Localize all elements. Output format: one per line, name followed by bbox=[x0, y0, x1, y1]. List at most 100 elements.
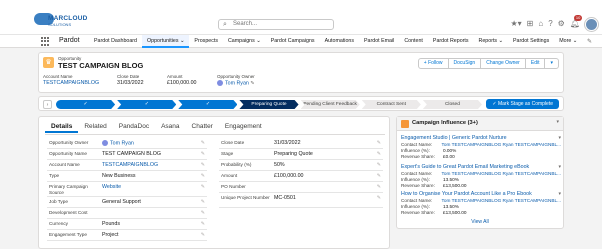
path-step-1[interactable]: ✓ bbox=[56, 100, 115, 109]
view-all-link[interactable]: View All bbox=[397, 219, 563, 225]
owner-link[interactable]: Tom Ryan bbox=[110, 140, 134, 146]
trailhead-icon[interactable]: ⌂ bbox=[538, 20, 543, 28]
edit-pencil-icon[interactable]: ✎ bbox=[201, 140, 205, 146]
tab-asana[interactable]: Asana bbox=[155, 121, 185, 133]
edit-pencil-icon[interactable]: ✎ bbox=[201, 151, 205, 157]
setup-gear-icon[interactable]: ⚙ bbox=[558, 20, 565, 28]
influence-row: Influence (%): 13.50% bbox=[401, 176, 459, 182]
field-label: Unique Project Number bbox=[221, 195, 270, 200]
influence-campaign-link[interactable]: How to Organise Your Pardot Account Like… bbox=[401, 191, 561, 197]
field-value: New Business bbox=[102, 173, 136, 179]
tab-related[interactable]: Related bbox=[78, 121, 112, 133]
edit-pencil-icon[interactable]: ✎ bbox=[377, 140, 381, 146]
field-value: 50% bbox=[274, 162, 285, 168]
campaign-influence-title[interactable]: Campaign Influence (3+) bbox=[412, 120, 478, 126]
edit-pencil-icon[interactable]: ✎ bbox=[201, 221, 205, 227]
user-avatar[interactable] bbox=[585, 17, 598, 31]
edit-pencil-icon[interactable]: ✎ bbox=[201, 184, 205, 190]
header-utility-icons: ★▾ ⊞ ⌂ ? ⚙ 🔔︎ 10 bbox=[510, 15, 598, 31]
header-field-label: Account Name bbox=[43, 74, 73, 79]
path-step-preparing-quote[interactable]: Preparing Quote bbox=[239, 100, 298, 109]
nav-item-content[interactable]: Content bbox=[399, 35, 428, 48]
docusign-button[interactable]: DocuSign bbox=[447, 58, 482, 69]
nav-item-pardot-dashboard[interactable]: Pardot Dashboard bbox=[89, 35, 142, 48]
global-search-input[interactable]: ⌕ Search... bbox=[218, 19, 334, 30]
nav-item-pardot-reports[interactable]: Pardot Reports bbox=[428, 35, 474, 48]
nav-item-pardot-settings[interactable]: Pardot Settings bbox=[508, 35, 554, 48]
influence-campaign-link[interactable]: Engagement Studio | Generic Pardot Nurtu… bbox=[401, 135, 561, 141]
edit-pencil-icon[interactable]: ✎ bbox=[377, 173, 381, 179]
nav-item-pardot-email[interactable]: Pardot Email bbox=[359, 35, 399, 48]
nav-item-campaigns[interactable]: Campaigns ⌄ bbox=[223, 35, 266, 48]
edit-pencil-icon[interactable]: ✎ bbox=[377, 162, 381, 168]
tab-details[interactable]: Details bbox=[45, 121, 79, 133]
item-dropdown-icon[interactable]: ▾ bbox=[558, 135, 561, 141]
influence-item: How to Organise Your Pardot Account Like… bbox=[401, 191, 561, 215]
influence-campaign-link[interactable]: Expert's Guide to Great Pardot Email Mar… bbox=[401, 164, 561, 170]
edit-pencil-icon[interactable]: ✎ bbox=[377, 184, 381, 190]
company-logo[interactable]: MARCLOUD SOLUTIONS bbox=[34, 13, 87, 27]
field-value: £100,000.00 bbox=[274, 173, 304, 179]
nav-item-automations[interactable]: Automations bbox=[320, 35, 359, 48]
edit-nav-pencil-icon[interactable]: ✎ bbox=[587, 38, 592, 45]
nav-item-opportunities[interactable]: Opportunities ⌄ bbox=[142, 35, 190, 48]
edit-pencil-icon[interactable]: ✎ bbox=[201, 162, 205, 168]
help-icon[interactable]: ? bbox=[548, 20, 552, 28]
field-label: Development Cost bbox=[49, 210, 88, 215]
nav-item-prospects[interactable]: Prospects bbox=[189, 35, 223, 48]
app-launcher-icon[interactable] bbox=[41, 37, 50, 46]
tab-engagement[interactable]: Engagement bbox=[219, 121, 268, 133]
edit-pencil-icon[interactable]: ✎ bbox=[201, 199, 205, 205]
campaign-influence-icon bbox=[401, 120, 409, 128]
global-header: MARCLOUD SOLUTIONS ⌕ Search... ★▾ ⊞ ⌂ ? … bbox=[0, 0, 602, 34]
notification-count-badge: 10 bbox=[573, 15, 583, 21]
path-step-2[interactable]: ✓ bbox=[117, 100, 176, 109]
edit-pencil-icon[interactable]: ✎ bbox=[377, 195, 381, 201]
field-label: Close Date bbox=[221, 140, 245, 145]
follow-button[interactable]: + Follow bbox=[417, 58, 449, 69]
edit-pencil-icon[interactable]: ✎ bbox=[201, 173, 205, 179]
campaign-source-link[interactable]: Website bbox=[102, 184, 121, 190]
change-owner-button[interactable]: Change Owner bbox=[480, 58, 526, 69]
account-name-link[interactable]: TESTCAMPAIGNBLOG bbox=[43, 80, 99, 86]
edit-pencil-icon[interactable]: ✎ bbox=[201, 232, 205, 238]
tab-chatter[interactable]: Chatter bbox=[186, 121, 219, 133]
owner-avatar bbox=[217, 80, 223, 86]
more-actions-dropdown[interactable]: ▾ bbox=[544, 58, 559, 69]
tab-pandadoc[interactable]: PandaDoc bbox=[113, 121, 155, 133]
path-step-closed[interactable]: Closed bbox=[423, 100, 482, 109]
edit-pencil-icon[interactable]: ✎ bbox=[377, 151, 381, 157]
edit-button[interactable]: Edit bbox=[524, 58, 546, 69]
contact-link[interactable]: Tom TESTCAMPAIGNBLOG Ryan TESTCAMPAIGNBL… bbox=[442, 142, 561, 148]
notifications-bell-icon[interactable]: 🔔︎ 10 bbox=[570, 15, 583, 28]
field-po-number: PO Number ✎ bbox=[219, 183, 383, 193]
path-step-contract-sent[interactable]: Contract Sent bbox=[362, 100, 421, 109]
nav-item-reports[interactable]: Reports ⌄ bbox=[474, 35, 508, 48]
header-field-owner: Opportunity Owner Tom Ryan ✎ bbox=[217, 74, 255, 86]
account-name-link[interactable]: TESTCAMPAIGNBLOG bbox=[102, 162, 158, 168]
change-owner-icon[interactable]: ✎ bbox=[250, 80, 254, 86]
field-label: Amount bbox=[221, 173, 238, 178]
field-engagement-type: Engagement Type Project ✎ bbox=[47, 231, 207, 241]
path-step-3[interactable]: ✓ bbox=[178, 100, 237, 109]
card-menu-dropdown-icon[interactable]: ▾ bbox=[556, 119, 559, 125]
global-actions-plus-icon[interactable]: ⊞ bbox=[527, 20, 534, 28]
edit-pencil-icon[interactable]: ✎ bbox=[201, 210, 205, 216]
path-toggle-chevron-icon[interactable]: › bbox=[43, 100, 52, 109]
field-label: PO Number bbox=[221, 184, 246, 189]
favorites-star-icon[interactable]: ★▾ bbox=[510, 20, 521, 28]
contact-link[interactable]: Tom TESTCAMPAIGNBLOG Ryan TESTCAMPAIGNBL… bbox=[442, 171, 561, 177]
nav-item-pardot-campaigns[interactable]: Pardot Campaigns bbox=[266, 35, 320, 48]
field-opportunity-owner: Opportunity Owner Tom Ryan ✎ bbox=[47, 139, 207, 149]
owner-link[interactable]: Tom Ryan bbox=[225, 80, 249, 86]
mark-stage-complete-button[interactable]: ✓ Mark Stage as Complete bbox=[486, 99, 559, 109]
record-tabs: Details Related PandaDoc Asana Chatter E… bbox=[45, 121, 268, 133]
nav-item-more[interactable]: More ⌄ bbox=[554, 35, 582, 48]
item-dropdown-icon[interactable]: ▾ bbox=[558, 164, 561, 170]
field-value: MC-0501 bbox=[274, 195, 296, 201]
contact-link[interactable]: Tom TESTCAMPAIGNBLOG Ryan TESTCAMPAIGNBL… bbox=[442, 198, 561, 204]
item-dropdown-icon[interactable]: ▾ bbox=[558, 191, 561, 197]
path-step-pending-client-feedback[interactable]: Pending Client Feedback bbox=[301, 100, 360, 109]
field-value: Project bbox=[102, 232, 119, 238]
field-opportunity-name: Opportunity Name TEST CAMPAIGN BLOG ✎ bbox=[47, 150, 207, 160]
